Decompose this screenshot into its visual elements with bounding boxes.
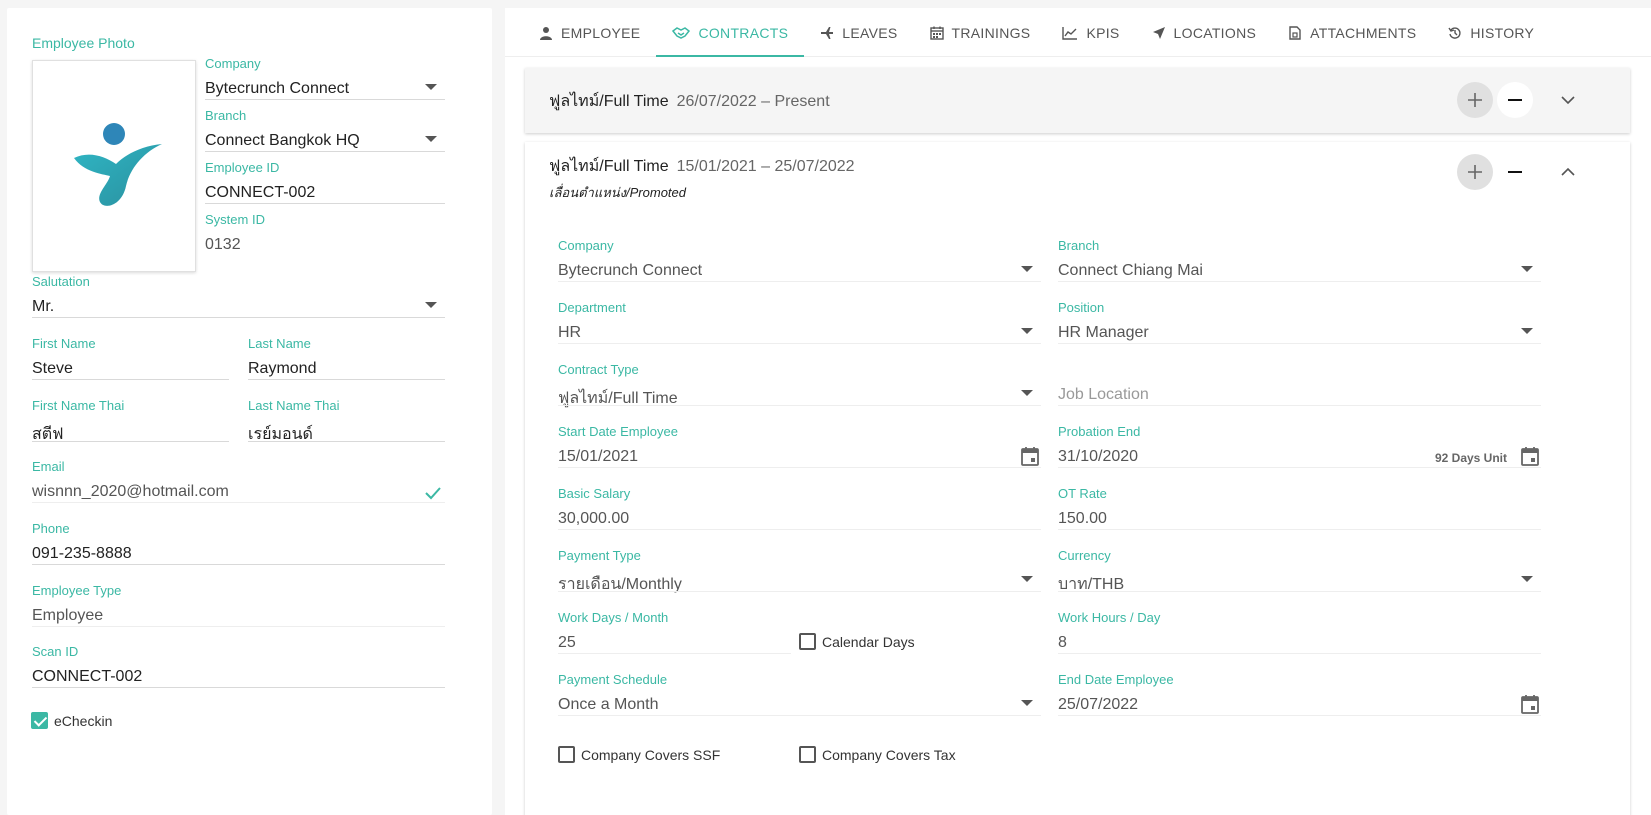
- company-select[interactable]: Company Bytecrunch Connect: [205, 56, 445, 100]
- contract-type: ฟูลไทม์/Full Time: [549, 93, 669, 110]
- checkbox-unchecked-icon[interactable]: [799, 633, 816, 650]
- tab-trainings[interactable]: TRAININGS: [914, 8, 1047, 57]
- salutation-select[interactable]: Salutation Mr.: [32, 274, 445, 318]
- minus-icon: [1508, 171, 1522, 173]
- scan-id-field[interactable]: Scan ID CONNECT-002: [32, 644, 445, 688]
- file-icon: [1289, 25, 1301, 40]
- tab-bar: EMPLOYEE CONTRACTS LEAVES TRAININGS KPIS…: [505, 8, 1651, 57]
- dropdown-caret-icon: [1021, 700, 1033, 706]
- first-name-field[interactable]: First Name Steve: [32, 336, 229, 380]
- last-name-field[interactable]: Last Name Raymond: [248, 336, 445, 380]
- calendar-days-checkbox[interactable]: Calendar Days: [799, 633, 915, 650]
- echeckin-checkbox[interactable]: eCheckin: [31, 712, 112, 729]
- work-days-field[interactable]: Work Days / Month 25: [558, 610, 791, 654]
- email-field[interactable]: Email wisnnn_2020@hotmail.com: [32, 459, 445, 503]
- contracts-panel: EMPLOYEE CONTRACTS LEAVES TRAININGS KPIS…: [505, 8, 1651, 815]
- plus-icon: [1468, 93, 1482, 107]
- calendar-icon[interactable]: [1521, 694, 1539, 714]
- tab-attachments[interactable]: ATTACHMENTS: [1272, 8, 1432, 57]
- branch-select[interactable]: Branch Connect Bangkok HQ: [205, 108, 445, 152]
- department-select[interactable]: Department HR: [558, 300, 1041, 344]
- covers-tax-checkbox[interactable]: Company Covers Tax: [799, 746, 956, 763]
- position-select[interactable]: Position HR Manager: [1058, 300, 1541, 344]
- plane-icon: [821, 26, 834, 39]
- tab-contracts[interactable]: CONTRACTS: [656, 8, 805, 57]
- contract-card-current[interactable]: ฟูลไทม์/Full Time 26/07/2022 – Present: [525, 68, 1630, 133]
- basic-salary-field[interactable]: Basic Salary 30,000.00: [558, 486, 1041, 530]
- job-location-field[interactable]: Job Location: [1058, 362, 1541, 406]
- calendar-icon[interactable]: [1521, 446, 1539, 466]
- checkbox-checked-icon[interactable]: [31, 712, 48, 729]
- dropdown-caret-icon: [1021, 576, 1033, 582]
- start-date-field[interactable]: Start Date Employee 15/01/2021: [558, 424, 1041, 468]
- contract-card-previous: ฟูลไทม์/Full Time 15/01/2021 – 25/07/2022…: [525, 142, 1630, 815]
- add-contract-button[interactable]: [1457, 82, 1493, 118]
- contract-company-select[interactable]: Company Bytecrunch Connect: [558, 238, 1041, 282]
- chart-line-icon: [1062, 26, 1078, 40]
- checkbox-unchecked-icon[interactable]: [558, 746, 575, 763]
- calendar-icon[interactable]: [1021, 446, 1039, 466]
- company-logo-icon: [74, 123, 162, 206]
- contract-type: ฟูลไทม์/Full Time: [549, 158, 669, 175]
- tab-kpis[interactable]: KPIS: [1046, 8, 1135, 57]
- contract-type-select[interactable]: Contract Type ฟูลไทม์/Full Time: [558, 362, 1041, 407]
- dropdown-caret-icon: [425, 84, 437, 90]
- covers-ssf-checkbox[interactable]: Company Covers SSF: [558, 746, 720, 763]
- checkbox-unchecked-icon[interactable]: [799, 746, 816, 763]
- chevron-up-icon: [1561, 167, 1575, 176]
- remove-contract-button[interactable]: [1497, 82, 1533, 118]
- ot-rate-field[interactable]: OT Rate 150.00: [1058, 486, 1541, 530]
- expand-chevron-button[interactable]: [1556, 88, 1580, 112]
- dropdown-caret-icon: [1521, 328, 1533, 334]
- probation-unit-text: 92 Days Unit: [1434, 451, 1507, 465]
- last-name-thai-field[interactable]: Last Name Thai เรย์มอนด์: [248, 398, 445, 443]
- contract-dates: 15/01/2021 – 25/07/2022: [676, 158, 855, 175]
- employee-photo[interactable]: [32, 60, 196, 272]
- first-name-thai-field[interactable]: First Name Thai สตีฟ: [32, 398, 229, 443]
- calendar-icon: [929, 26, 944, 40]
- probation-end-field[interactable]: Probation End 31/10/2020 92 Days Unit: [1058, 424, 1541, 468]
- system-id-field: System ID 0132: [205, 212, 265, 253]
- dropdown-caret-icon: [1021, 390, 1033, 396]
- currency-select[interactable]: Currency บาท/THB: [1058, 548, 1541, 593]
- employee-profile-panel: Employee Photo Company Bytecrunch Connec…: [7, 8, 492, 815]
- collapse-chevron-button[interactable]: [1556, 160, 1580, 184]
- end-date-field[interactable]: End Date Employee 25/07/2022: [1058, 672, 1541, 716]
- phone-field[interactable]: Phone 091-235-8888: [32, 521, 445, 565]
- chevron-down-icon: [1561, 96, 1575, 105]
- employee-photo-label: Employee Photo: [32, 35, 135, 51]
- work-hours-field[interactable]: Work Hours / Day 8: [1058, 610, 1541, 654]
- payment-schedule-select[interactable]: Payment Schedule Once a Month: [558, 672, 1041, 716]
- employee-type-field: Employee Type Employee: [32, 583, 445, 627]
- dropdown-caret-icon: [425, 136, 437, 142]
- contract-dates: 26/07/2022 – Present: [676, 93, 830, 110]
- dropdown-caret-icon: [1021, 328, 1033, 334]
- contract-note: เลื่อนตำแหน่ง/Promoted: [549, 185, 687, 200]
- dropdown-caret-icon: [425, 302, 437, 308]
- handshake-icon: [672, 26, 691, 39]
- add-contract-button[interactable]: [1457, 154, 1493, 190]
- tab-locations[interactable]: LOCATIONS: [1136, 8, 1273, 57]
- history-icon: [1448, 26, 1461, 39]
- employee-id-field[interactable]: Employee ID CONNECT-002: [205, 160, 445, 204]
- tab-employee[interactable]: EMPLOYEE: [523, 8, 656, 57]
- check-icon: [425, 487, 441, 500]
- person-icon: [540, 26, 552, 40]
- minus-icon: [1508, 99, 1522, 101]
- plus-icon: [1468, 165, 1482, 179]
- location-arrow-icon: [1152, 26, 1165, 39]
- payment-type-select[interactable]: Payment Type รายเดือน/Monthly: [558, 548, 1041, 593]
- tab-history[interactable]: HISTORY: [1432, 8, 1550, 57]
- tab-leaves[interactable]: LEAVES: [804, 8, 913, 57]
- dropdown-caret-icon: [1521, 266, 1533, 272]
- contract-branch-select[interactable]: Branch Connect Chiang Mai: [1058, 238, 1541, 282]
- remove-contract-button[interactable]: [1497, 154, 1533, 190]
- dropdown-caret-icon: [1021, 266, 1033, 272]
- dropdown-caret-icon: [1521, 576, 1533, 582]
